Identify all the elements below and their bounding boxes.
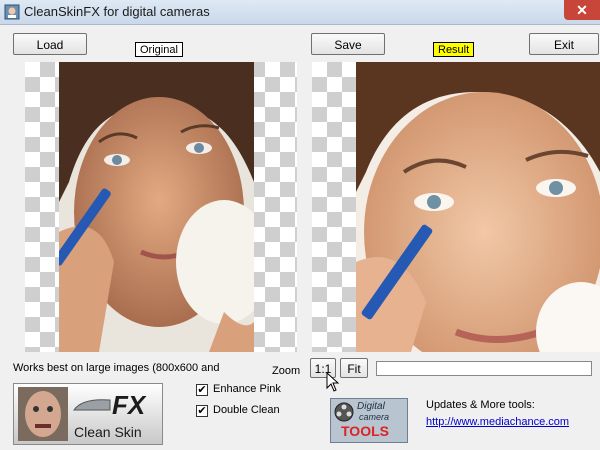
mediachance-link[interactable]: http://www.mediachance.com	[426, 416, 569, 428]
logo-fx-text: FX	[112, 390, 146, 420]
window-title: CleanSkinFX for digital cameras	[24, 4, 210, 19]
film-reel-icon	[334, 402, 354, 422]
title-bar: CleanSkinFX for digital cameras ✕	[0, 0, 600, 25]
face-icon	[18, 387, 68, 441]
enhance-pink-checkbox[interactable]: ✔	[196, 384, 208, 396]
original-photo	[59, 62, 254, 352]
zoom-slider[interactable]	[376, 361, 592, 376]
updates-label: Updates & More tools:	[426, 399, 535, 411]
works-best-text: Works best on large images (800x600 and	[13, 362, 220, 374]
exit-button[interactable]: Exit	[529, 33, 599, 55]
app-icon	[4, 4, 20, 20]
dct-line2: camera	[359, 412, 390, 422]
zoom-label: Zoom	[272, 365, 301, 377]
original-label: Original	[135, 42, 183, 57]
original-photo-image	[59, 62, 254, 352]
zoom-fit-button[interactable]: Fit	[340, 358, 368, 378]
double-clean-label: Double Clean	[213, 404, 280, 416]
mouse-pointer-icon	[326, 372, 340, 392]
digital-camera-tools-logo[interactable]: Digital camera TOOLS	[330, 398, 408, 443]
dct-line1: Digital	[357, 401, 385, 412]
dct-tools-text: TOOLS	[341, 423, 389, 439]
logo-clean-skin-text: Clean Skin	[74, 424, 142, 440]
cleanskin-logo: FX Clean Skin	[13, 383, 163, 445]
iron-icon	[73, 399, 111, 411]
enhance-pink-label: Enhance Pink	[213, 383, 281, 395]
load-button[interactable]: Load	[13, 33, 87, 55]
close-icon[interactable]: ✕	[564, 0, 600, 20]
save-button[interactable]: Save	[311, 33, 385, 55]
result-photo-image	[356, 62, 600, 352]
result-label: Result	[433, 42, 475, 57]
double-clean-checkbox[interactable]: ✔	[196, 405, 208, 417]
result-photo	[356, 62, 600, 352]
